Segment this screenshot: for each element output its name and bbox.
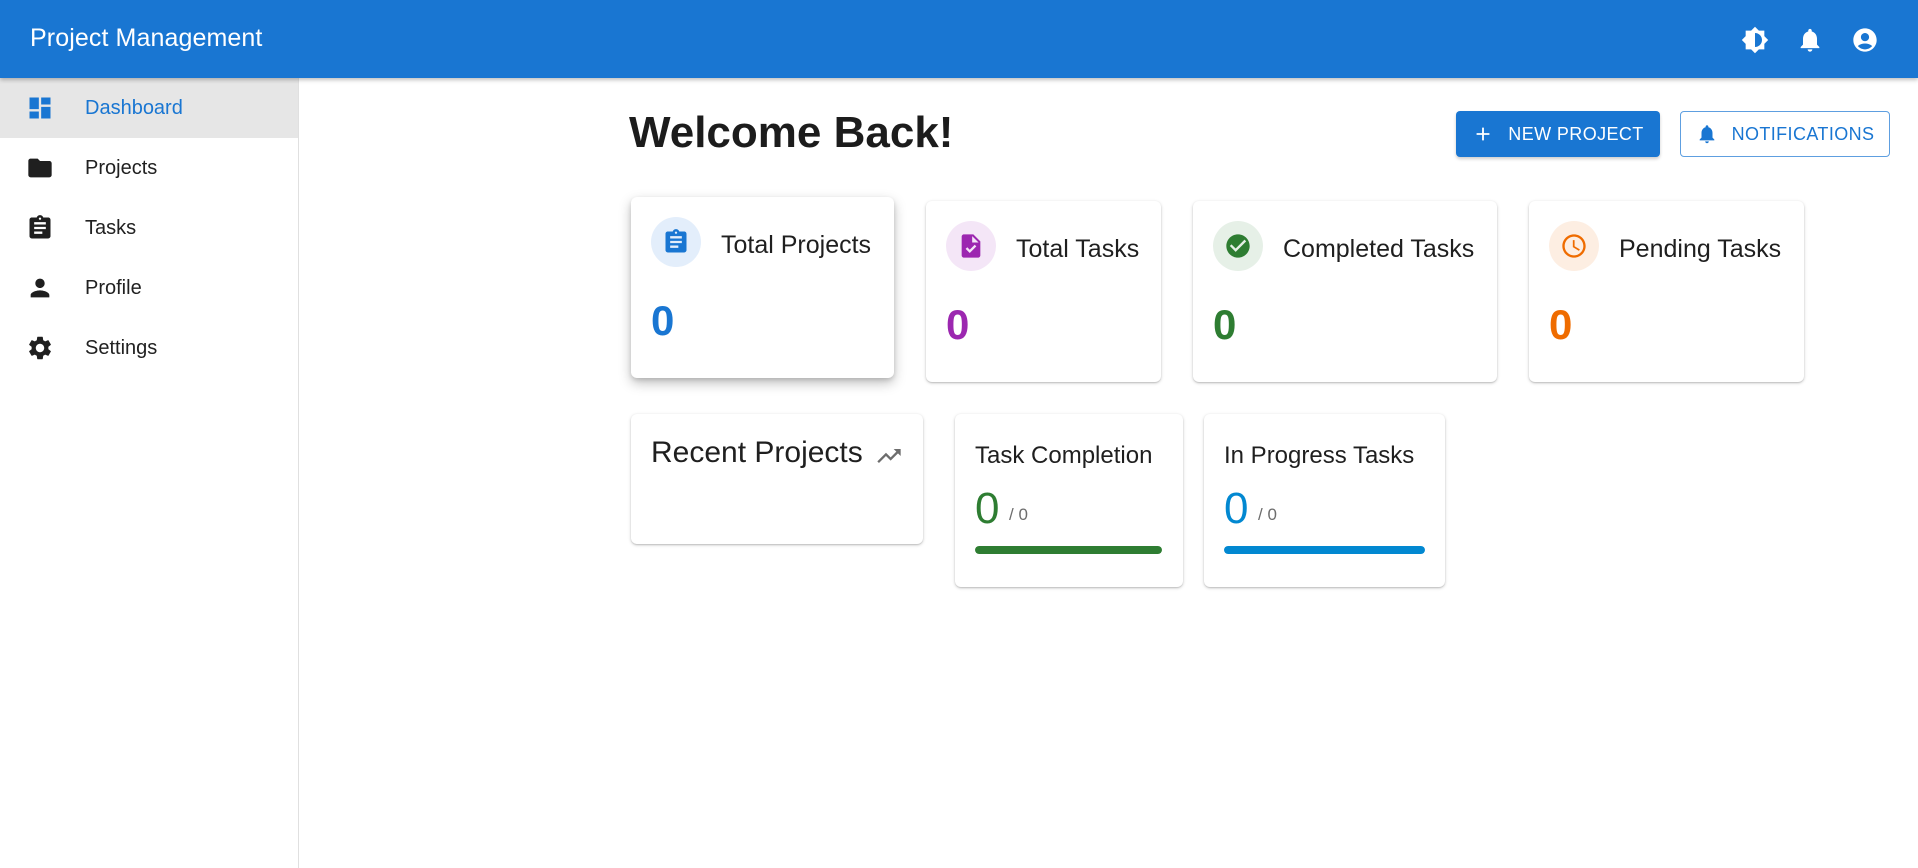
new-project-label: NEW PROJECT: [1508, 123, 1644, 144]
stat-value: 0: [1549, 301, 1573, 348]
notifications-label: NOTIFICATIONS: [1731, 123, 1875, 144]
stat-value: 0: [1213, 301, 1237, 348]
sidebar-item-label: Settings: [85, 336, 158, 359]
app-bar-actions: [1739, 24, 1880, 55]
stat-label: Total Projects: [721, 231, 872, 259]
stat-badge: [1549, 221, 1599, 271]
sidebar-item-profile[interactable]: Profile: [0, 258, 298, 318]
stat-badge: [946, 221, 996, 271]
progress-total: / 0: [1009, 505, 1028, 524]
sidebar-item-tasks[interactable]: Tasks: [0, 198, 298, 258]
stat-label: Total Tasks: [1016, 235, 1140, 263]
sidebar: Dashboard Projects Tasks Profile Setting…: [0, 78, 299, 868]
progress-value: 0: [1224, 484, 1249, 533]
stat-card-pending-tasks[interactable]: Pending Tasks 0: [1529, 201, 1804, 382]
sidebar-item-label: Dashboard: [85, 96, 183, 119]
progress-value: 0: [975, 484, 1000, 533]
stat-badge: [1213, 221, 1263, 271]
task-file-icon: [961, 234, 981, 258]
stat-label: Pending Tasks: [1619, 235, 1782, 263]
progress-bar: [975, 546, 1162, 554]
stat-card-total-projects[interactable]: Total Projects 0: [631, 197, 894, 378]
assignment-icon: [665, 229, 687, 253]
task-completion-card: Task Completion 0 / 0: [955, 414, 1183, 587]
plus-icon: [1476, 127, 1490, 141]
dashboard-icon: [26, 94, 54, 122]
check-circle-icon: [1226, 234, 1250, 258]
sidebar-item-projects[interactable]: Projects: [0, 138, 298, 198]
sidebar-item-dashboard[interactable]: Dashboard: [0, 78, 298, 138]
recent-projects-card: Recent Projects: [631, 414, 923, 544]
progress-bar-fill: [1224, 546, 1425, 554]
notifications-button[interactable]: NOTIFICATIONS: [1680, 111, 1890, 157]
in-progress-tasks-card: In Progress Tasks 0 / 0: [1204, 414, 1445, 587]
progress-bar: [1224, 546, 1425, 554]
folder-icon: [26, 154, 54, 182]
new-project-button[interactable]: NEW PROJECT: [1456, 111, 1660, 157]
trending-up-icon: [875, 442, 903, 470]
assignment-icon: [26, 214, 54, 242]
sidebar-item-label: Tasks: [85, 216, 137, 239]
sidebar-item-settings[interactable]: Settings: [0, 318, 298, 378]
notifications-bell-icon[interactable]: [1794, 24, 1825, 55]
sidebar-item-label: Projects: [85, 156, 158, 179]
progress-bar-fill: [975, 546, 1162, 554]
page-title: Welcome Back!: [629, 108, 954, 157]
stat-label: Completed Tasks: [1283, 235, 1475, 263]
clock-icon: [1562, 234, 1586, 258]
progress-total: / 0: [1258, 505, 1277, 524]
stat-badge: [651, 217, 701, 267]
stat-card-completed-tasks[interactable]: Completed Tasks 0: [1193, 201, 1497, 382]
gear-icon: [26, 334, 54, 362]
stat-value: 0: [651, 297, 675, 344]
app-title: Project Management: [30, 24, 263, 52]
app-bar: Project Management: [0, 0, 1918, 78]
recent-projects-title: Recent Projects: [651, 436, 863, 469]
stat-card-total-tasks[interactable]: Total Tasks 0: [926, 201, 1161, 382]
stat-value: 0: [946, 301, 970, 348]
theme-toggle-icon[interactable]: [1739, 24, 1770, 55]
progress-label: Task Completion: [975, 442, 1153, 469]
progress-label: In Progress Tasks: [1224, 442, 1415, 469]
sidebar-item-label: Profile: [85, 276, 142, 299]
bell-icon: [1699, 125, 1714, 144]
person-icon: [26, 274, 54, 302]
account-circle-icon[interactable]: [1849, 24, 1880, 55]
